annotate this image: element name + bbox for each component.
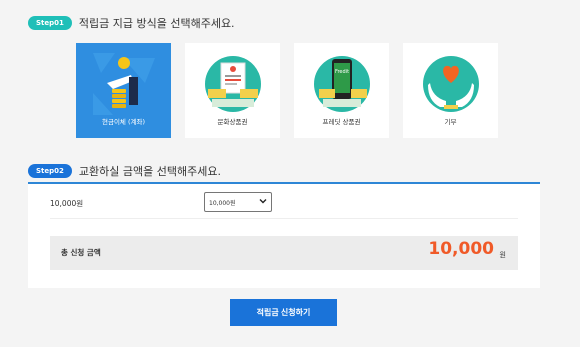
fredit-voucher-icon: Fredit [313, 56, 370, 112]
option-cash-transfer[interactable]: 현금이체 (계좌) [76, 43, 171, 138]
step1-title: 적립금 지급 방식을 선택해주세요. [78, 17, 235, 30]
step2-title: 교환하실 금액을 선택해주세요. [78, 165, 221, 178]
donation-icon [422, 56, 479, 112]
total-label: 총 신청 금액 [61, 248, 101, 257]
amount-panel: 10,000원 10,000원 총 신청 금액 10,000 원 [28, 184, 540, 288]
amount-select-value: 10,000원 [209, 199, 236, 207]
amount-select[interactable]: 10,000원 [204, 192, 272, 212]
row-divider [50, 218, 518, 219]
option-culture-voucher[interactable]: 문화상품권 [185, 43, 280, 138]
step2-header: Step02 교환하실 금액을 선택해주세요. [28, 163, 221, 179]
option-label: 현금이체 (계좌) [101, 118, 146, 126]
amount-label: 10,000원 [50, 199, 84, 208]
option-fredit-voucher[interactable]: Fredit 프레딧 상품권 [294, 43, 389, 138]
total-value: 10,000 [428, 239, 494, 259]
option-label: 기부 [444, 118, 457, 126]
total-unit: 원 [499, 251, 506, 259]
payment-method-options: 현금이체 (계좌) 문화상품권 Fredit 프레딧 상품권 기부 [76, 43, 498, 138]
total-summary: 총 신청 금액 10,000 원 [50, 236, 518, 270]
option-donation[interactable]: 기부 [403, 43, 498, 138]
svg-text:Fredit: Fredit [334, 69, 348, 75]
step1-header: Step01 적립금 지급 방식을 선택해주세요. [28, 15, 235, 31]
submit-button[interactable]: 적립금 신청하기 [230, 299, 337, 326]
step2-badge: Step02 [28, 164, 72, 178]
option-label: 프레딧 상품권 [322, 118, 361, 126]
culture-voucher-icon [204, 56, 261, 112]
chevron-down-icon [259, 199, 267, 204]
step1-badge: Step01 [28, 16, 72, 30]
cash-transfer-icon [92, 53, 155, 115]
option-label: 문화상품권 [217, 118, 248, 126]
